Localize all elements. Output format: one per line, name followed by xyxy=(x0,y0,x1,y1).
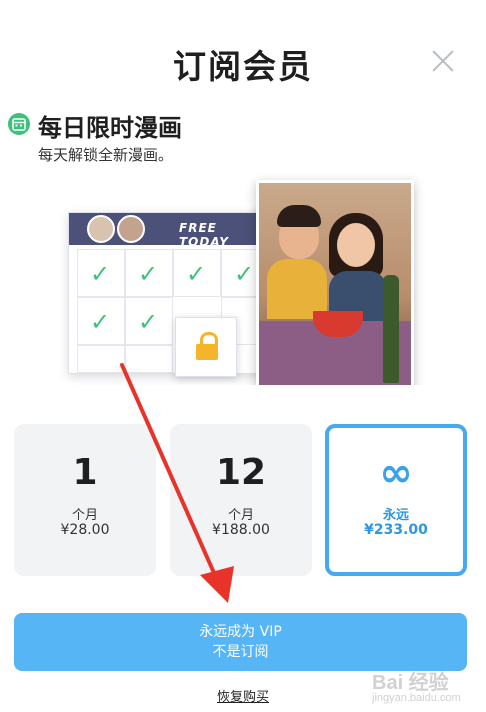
plan-unit: 个月 xyxy=(71,508,98,523)
comic-cover-image xyxy=(256,180,414,394)
plan-option-12-months[interactable]: 12 个月 ¥188.00 xyxy=(170,424,312,576)
calendar-cell: ✓ xyxy=(77,297,125,345)
plan-unit: 个月 xyxy=(227,508,254,523)
cta-subtitle: 不是订阅 xyxy=(212,644,269,660)
calendar-cell xyxy=(125,345,173,373)
plan-price: ¥233.00 xyxy=(364,522,428,538)
close-icon[interactable] xyxy=(428,46,458,76)
check-icon: ✓ xyxy=(138,260,159,288)
avatar xyxy=(87,215,115,243)
calendar-cell: ✓ xyxy=(173,249,221,297)
plan-price: ¥28.00 xyxy=(60,522,110,538)
infinity-icon: ∞ xyxy=(379,450,413,496)
calendar-cell: ✓ xyxy=(125,297,173,345)
check-icon: ✓ xyxy=(90,260,111,288)
locked-day-card xyxy=(175,317,237,377)
plan-duration: 12 xyxy=(215,452,267,493)
watermark-text: Bai 经验 xyxy=(372,672,449,694)
avatar xyxy=(117,215,145,243)
calendar-card: FREE TODAY ✓ ✓ ✓ ✓ ✓ ✓ xyxy=(68,212,272,377)
calendar-cell: ✓ xyxy=(125,249,173,297)
plan-option-1-month[interactable]: 1 个月 ¥28.00 xyxy=(14,424,156,576)
check-icon: ✓ xyxy=(138,308,159,336)
plan-option-forever[interactable]: ∞ 永远 ¥233.00 xyxy=(325,424,467,576)
plan-duration: 1 xyxy=(72,452,98,493)
watermark: Bai 经验 jingyan.baidu.com xyxy=(360,662,486,712)
feature-subtitle: 每天解锁全新漫画。 xyxy=(38,146,174,164)
check-icon: ✓ xyxy=(234,260,255,288)
cta-title: 永远成为 VIP xyxy=(199,624,282,640)
calendar-cell xyxy=(77,345,125,373)
page-title: 订阅会员 xyxy=(173,47,313,86)
plan-price: ¥188.00 xyxy=(212,522,270,538)
calendar-icon xyxy=(8,113,30,135)
plan-unit: 永远 xyxy=(382,508,409,523)
calendar-cell: ✓ xyxy=(77,249,125,297)
feature-title: 每日限时漫画 xyxy=(38,114,182,142)
check-icon: ✓ xyxy=(186,260,207,288)
feature-illustration: FREE TODAY ✓ ✓ ✓ ✓ ✓ ✓ xyxy=(0,170,486,394)
calendar-header: FREE TODAY xyxy=(69,213,271,249)
check-icon: ✓ xyxy=(90,308,111,336)
watermark-url: jingyan.baidu.com xyxy=(372,692,461,704)
header: 订阅会员 xyxy=(0,0,486,110)
